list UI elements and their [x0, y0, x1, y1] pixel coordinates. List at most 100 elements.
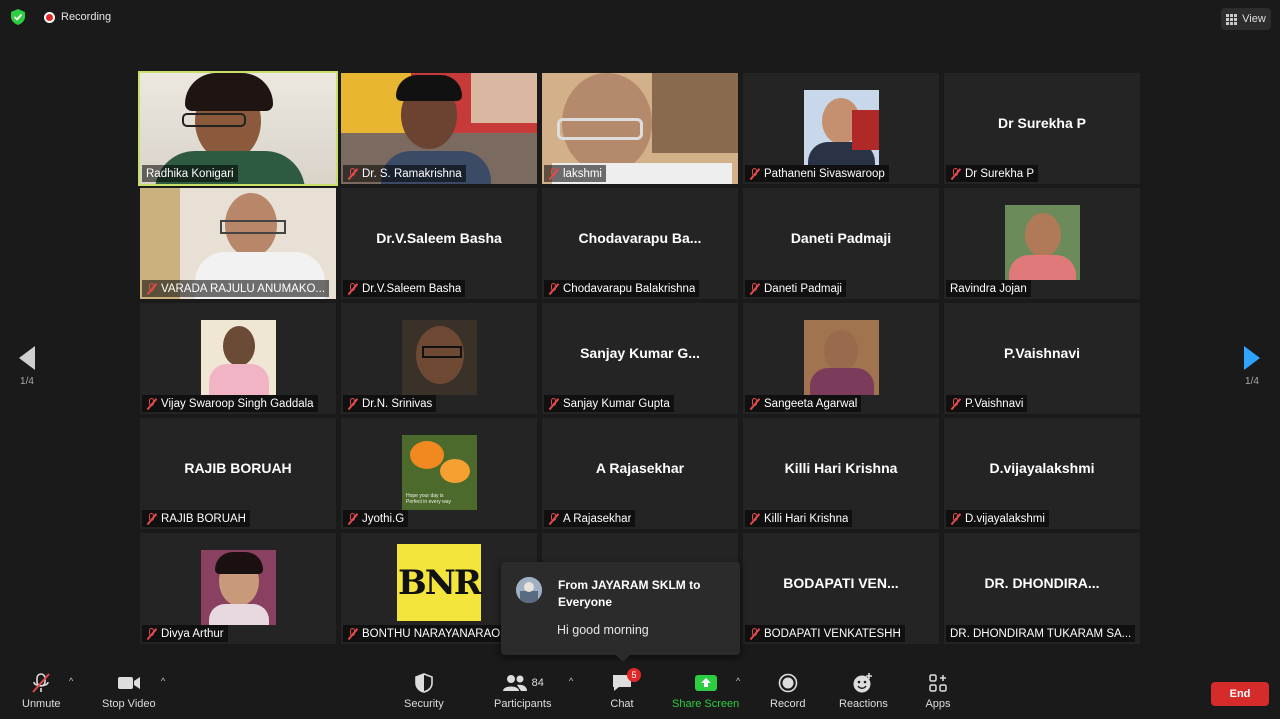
participant-tile[interactable]: Dr. S. Ramakrishna: [341, 73, 537, 184]
participant-name-label: RAJIB BORUAH: [142, 510, 250, 527]
participant-name-label: Dr. S. Ramakrishna: [343, 165, 466, 182]
participant-name: Jyothi.G: [362, 512, 405, 525]
video-options-caret-icon[interactable]: ^: [161, 676, 165, 686]
chat-sender: From JAYARAM SKLM to Everyone: [558, 578, 701, 609]
participant-name-label: Dr.V.Saleem Basha: [343, 280, 466, 297]
security-label: Security: [404, 698, 444, 710]
participant-tile[interactable]: Hope your day is Perfect in every way Jyo…: [341, 418, 537, 529]
smiley-icon: [850, 672, 876, 694]
participant-tile[interactable]: VARADA RAJULU ANUMAKO...: [140, 188, 336, 299]
page-indicator-left: 1/4: [20, 376, 34, 387]
participant-name-label: Divya Arthur: [142, 625, 228, 642]
mic-muted-icon: [146, 282, 157, 295]
participant-tile[interactable]: Pathaneni Sivaswaroop: [743, 73, 939, 184]
participant-tile[interactable]: Dr.V.Saleem Basha Dr.V.Saleem Basha: [341, 188, 537, 299]
participant-name-label: Dr.N. Srinivas: [343, 395, 437, 412]
participant-name: BODAPATI VENKATESHH: [764, 627, 901, 640]
participant-display-name: Sanjay Kumar G...: [580, 345, 700, 361]
participant-tile[interactable]: Ravindra Jojan: [944, 188, 1140, 299]
stop-video-label: Stop Video: [102, 698, 156, 710]
mic-muted-icon: [749, 397, 760, 410]
encryption-shield-icon[interactable]: [10, 9, 26, 25]
participant-name-label: Jyothi.G: [343, 510, 409, 527]
participant-tile[interactable]: BODAPATI VEN... BODAPATI VENKATESHH: [743, 533, 939, 644]
participant-display-name: Chodavarapu Ba...: [578, 230, 702, 246]
mic-muted-icon: [146, 397, 157, 410]
mic-muted-icon: [146, 512, 157, 525]
previous-page-button[interactable]: 1/4: [12, 346, 42, 396]
participant-name-label: Dr Surekha P: [946, 165, 1039, 182]
participant-name: A Rajasekhar: [563, 512, 632, 525]
share-options-caret-icon[interactable]: ^: [736, 676, 740, 686]
participant-display-name: Daneti Padmaji: [790, 230, 892, 246]
participant-display-name: Dr.V.Saleem Basha: [376, 230, 502, 246]
participant-name-label: P.Vaishnavi: [946, 395, 1028, 412]
share-screen-button[interactable]: Share Screen: [672, 672, 739, 710]
recording-label: Recording: [61, 11, 112, 23]
participant-name: Dr Surekha P: [965, 167, 1035, 180]
mic-muted-icon: [347, 397, 358, 410]
mic-muted-icon: [548, 167, 559, 180]
participant-name: RAJIB BORUAH: [161, 512, 246, 525]
chat-message: Hi good morning: [557, 623, 649, 637]
stop-video-button[interactable]: Stop Video: [102, 672, 156, 710]
mic-muted-icon: [749, 167, 760, 180]
participant-tile[interactable]: Radhika Konigari: [138, 71, 338, 186]
participant-tile[interactable]: Vijay Swaroop Singh Gaddala: [140, 303, 336, 414]
participant-tile[interactable]: Divya Arthur: [140, 533, 336, 644]
participant-tile[interactable]: Dr Surekha P Dr Surekha P: [944, 73, 1140, 184]
mic-muted-icon: [28, 672, 54, 694]
chat-button[interactable]: 5 Chat: [609, 668, 641, 710]
participant-tile[interactable]: Dr.N. Srinivas: [341, 303, 537, 414]
apps-button[interactable]: Apps: [925, 672, 951, 710]
participant-name: Sanjay Kumar Gupta: [563, 397, 670, 410]
participant-name: Radhika Konigari: [146, 167, 234, 180]
participant-name: P.Vaishnavi: [965, 397, 1024, 410]
sender-avatar: [516, 577, 542, 603]
participant-name-label: Vijay Swaroop Singh Gaddala: [142, 395, 318, 412]
participant-tile[interactable]: P.Vaishnavi P.Vaishnavi: [944, 303, 1140, 414]
participant-tile[interactable]: RAJIB BORUAH RAJIB BORUAH: [140, 418, 336, 529]
participant-tile[interactable]: Chodavarapu Ba... Chodavarapu Balakrishna: [542, 188, 738, 299]
participant-tile[interactable]: Daneti Padmaji Daneti Padmaji: [743, 188, 939, 299]
participant-tile[interactable]: Sanjay Kumar G... Sanjay Kumar Gupta: [542, 303, 738, 414]
participant-tile[interactable]: D.vijayalakshmi D.vijayalakshmi: [944, 418, 1140, 529]
participant-tile[interactable]: Sangeeta Agarwal: [743, 303, 939, 414]
record-label: Record: [770, 698, 806, 710]
participant-tile[interactable]: A Rajasekhar A Rajasekhar: [542, 418, 738, 529]
apps-label: Apps: [925, 698, 951, 710]
recording-indicator[interactable]: Recording: [44, 11, 111, 23]
security-button[interactable]: Security: [404, 672, 444, 710]
arrow-left-icon: [19, 346, 35, 370]
participant-name: Dr.V.Saleem Basha: [362, 282, 462, 295]
next-page-button[interactable]: 1/4: [1237, 346, 1267, 396]
participant-name: Chodavarapu Balakrishna: [563, 282, 696, 295]
record-button[interactable]: Record: [770, 672, 805, 710]
participant-name: Vijay Swaroop Singh Gaddala: [161, 397, 314, 410]
audio-options-caret-icon[interactable]: ^: [69, 676, 73, 686]
apps-icon: [925, 672, 951, 694]
participant-name-label: BONTHU NARAYANARAO: [343, 625, 505, 642]
participant-tile[interactable]: Killi Hari Krishna Killi Hari Krishna: [743, 418, 939, 529]
reactions-button[interactable]: Reactions: [839, 672, 888, 710]
participants-options-caret-icon[interactable]: ^: [569, 676, 573, 686]
participant-name: VARADA RAJULU ANUMAKO...: [161, 282, 326, 295]
security-shield-icon: [411, 672, 437, 694]
participant-name-label: Ravindra Jojan: [946, 280, 1031, 297]
participant-tile[interactable]: lakshmi: [542, 73, 738, 184]
participant-name: D.vijayalakshmi: [965, 512, 1045, 525]
participant-display-name: D.vijayalakshmi: [989, 460, 1095, 476]
recording-dot-icon: [44, 11, 55, 23]
participants-button[interactable]: 84 Participants: [494, 672, 551, 710]
participant-tile[interactable]: DR. DHONDIRA... DR. DHONDIRAM TUKARAM SA.…: [944, 533, 1140, 644]
chat-notification-popup[interactable]: From JAYARAM SKLM to Everyone Hi good mo…: [501, 562, 740, 662]
mic-muted-icon: [548, 282, 559, 295]
record-icon: [775, 672, 801, 694]
chat-label: Chat: [610, 698, 634, 710]
unmute-button[interactable]: Unmute: [22, 672, 61, 710]
participant-name-label: A Rajasekhar: [544, 510, 636, 527]
participant-name: Killi Hari Krishna: [764, 512, 849, 525]
view-button[interactable]: View: [1221, 8, 1271, 30]
end-meeting-button[interactable]: End: [1211, 682, 1269, 706]
mic-muted-icon: [749, 282, 760, 295]
